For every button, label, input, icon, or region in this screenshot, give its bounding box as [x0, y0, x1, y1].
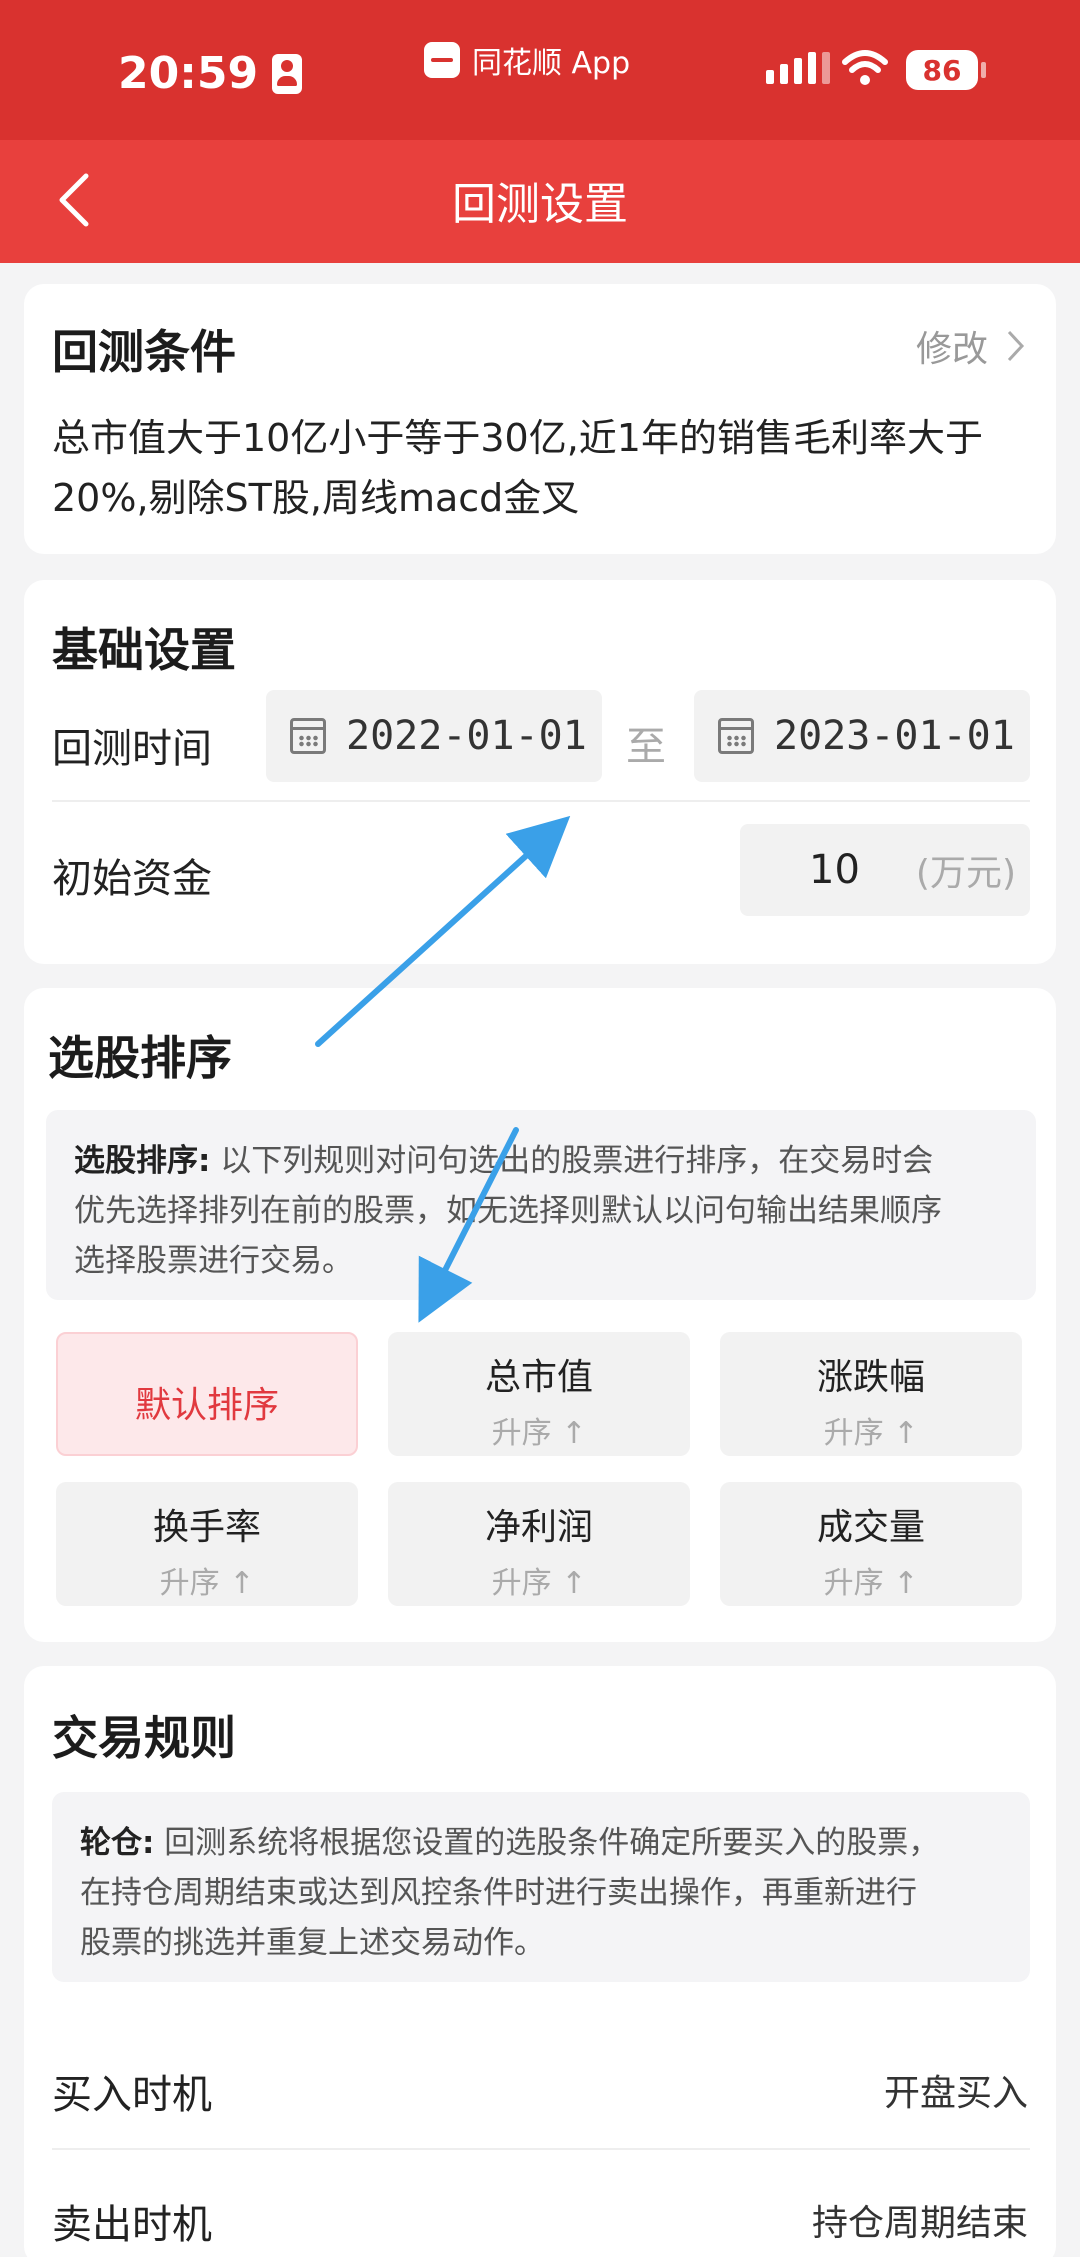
sort-option-market-cap[interactable]: 总市值 升序 ↑ [388, 1332, 690, 1456]
initial-capital-field[interactable]: 10 (万元) [740, 824, 1030, 916]
page-title: 回测设置 [452, 179, 628, 230]
person-icon [272, 53, 303, 94]
wifi-icon [842, 50, 888, 85]
sell-timing-label: 卖出时机 [52, 2202, 212, 2248]
sort-option-name: 净利润 [484, 1507, 593, 1548]
start-date: 2022-01-01 [346, 713, 587, 759]
trade-note-line1: 回测系统将根据您设置的选股条件确定所要买入的股票， [164, 1825, 940, 1861]
initial-capital-label: 初始资金 [52, 856, 212, 902]
sort-option-name: 总市值 [484, 1357, 593, 1398]
sort-option-turnover[interactable]: 换手率 升序 ↑ [56, 1482, 358, 1606]
backtest-time-label: 回测时间 [52, 726, 212, 772]
sorting-card: 选股排序 选股排序: 以下列规则对问句选出的股票进行排序，在交易时会 优先选择排… [24, 988, 1056, 1642]
conditions-card: 回测条件 修改 总市值大于10亿小于等于30亿,近1年的销售毛利率大于 20%,… [24, 284, 1056, 554]
end-date-field[interactable]: 2023-01-01 [694, 690, 1030, 782]
edit-conditions-link[interactable]: 修改 [916, 320, 1026, 372]
calendar-icon [718, 718, 754, 754]
basic-heading: 基础设置 [52, 623, 236, 677]
buy-timing-label: 买入时机 [52, 2072, 212, 2118]
clock: 20:59 [118, 48, 259, 99]
trade-note-line3: 股票的挑选并重复上述交易动作。 [80, 1925, 545, 1961]
sorting-note-line2: 优先选择排列在前的股票，如无选择则默认以问句输出结果顺序 [74, 1193, 942, 1229]
sort-order-label: 升序 ↑ [491, 1416, 587, 1451]
cellular-signal-icon [766, 52, 830, 84]
trade-heading: 交易规则 [52, 1711, 236, 1765]
conditions-heading: 回测条件 [52, 325, 236, 379]
start-date-field[interactable]: 2022-01-01 [266, 690, 602, 782]
sort-order-label: 升序 ↑ [491, 1566, 587, 1601]
sorting-note-label: 选股排序: [74, 1143, 211, 1179]
sorting-note-line1: 以下列规则对问句选出的股票进行排序，在交易时会 [220, 1143, 934, 1179]
sorting-heading: 选股排序 [48, 1031, 232, 1085]
basic-settings-card: 基础设置 回测时间 2022-01-01 至 2023-01-01 初始资金 1… [24, 580, 1056, 964]
sort-option-change[interactable]: 涨跌幅 升序 ↑ [720, 1332, 1022, 1456]
sell-timing-value[interactable]: 持仓周期结束 [812, 2194, 1028, 2246]
sort-option-name: 涨跌幅 [816, 1357, 925, 1398]
divider [52, 2148, 1030, 2150]
battery-icon: 86 [906, 50, 986, 90]
trade-rules-card: 交易规则 轮仓: 回测系统将根据您设置的选股条件确定所要买入的股票， 在持仓周期… [24, 1666, 1056, 2257]
status-bar: 20:59 同花顺 App 86 [0, 0, 1080, 140]
sort-option-name: 成交量 [816, 1507, 925, 1548]
trade-note: 轮仓: 回测系统将根据您设置的选股条件确定所要买入的股票， 在持仓周期结束或达到… [52, 1792, 1030, 1982]
capital-unit: (万元) [915, 853, 1016, 894]
capital-value: 10 [809, 847, 860, 893]
sort-option-volume[interactable]: 成交量 升序 ↑ [720, 1482, 1022, 1606]
calendar-icon [290, 718, 326, 754]
end-date: 2023-01-01 [774, 713, 1015, 759]
sort-order-label: 升序 ↑ [823, 1566, 919, 1601]
sorting-note: 选股排序: 以下列规则对问句选出的股票进行排序，在交易时会 优先选择排列在前的股… [46, 1110, 1036, 1300]
header-bar: 20:59 同花顺 App 86 回测设置 [0, 0, 1080, 263]
buy-timing-value[interactable]: 开盘买入 [884, 2064, 1028, 2116]
to-label: 至 [626, 724, 666, 770]
app-name: 同花顺 App [472, 46, 631, 81]
conditions-text-line1: 总市值大于10亿小于等于30亿,近1年的销售毛利率大于 [52, 416, 983, 460]
sort-option-net-profit[interactable]: 净利润 升序 ↑ [388, 1482, 690, 1606]
status-time: 20:59 [118, 48, 303, 99]
sort-order-label: 升序 ↑ [823, 1416, 919, 1451]
edit-label: 修改 [915, 329, 988, 370]
app-indicator: 同花顺 App [424, 38, 630, 82]
battery-level: 86 [922, 53, 962, 87]
trade-note-label: 轮仓: [80, 1825, 155, 1861]
sort-order-label: 升序 ↑ [159, 1566, 255, 1601]
conditions-text-line2: 20%,剔除ST股,周线macd金叉 [52, 476, 580, 520]
sort-option-name: 换手率 [152, 1507, 261, 1548]
sorting-note-line3: 选择股票进行交易。 [74, 1243, 353, 1279]
chevron-right-icon [1007, 330, 1025, 362]
app-logo-icon [424, 42, 460, 78]
sort-option-name: 默认排序 [134, 1385, 279, 1426]
trade-note-line2: 在持仓周期结束或达到风控条件时进行卖出操作，再重新进行 [80, 1875, 917, 1911]
sort-option-default[interactable]: 默认排序 [56, 1332, 358, 1456]
divider [52, 800, 1030, 802]
